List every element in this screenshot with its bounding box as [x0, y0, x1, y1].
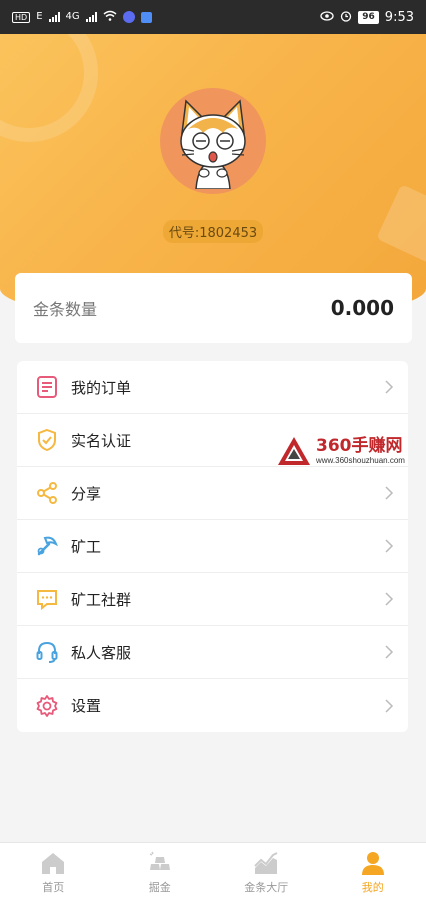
- gear-icon: [35, 694, 59, 718]
- pickaxe-icon: [35, 534, 59, 558]
- gold-bars-icon: [149, 851, 170, 870]
- menu-item-share[interactable]: 分享: [17, 467, 408, 520]
- nav-item-dig-gold[interactable]: 掘金: [120, 850, 200, 895]
- watermark-logo-icon: [278, 437, 310, 465]
- chevron-right-icon: [385, 539, 394, 553]
- battery-indicator: 96: [358, 10, 379, 24]
- watermark-sub: www.360shouzhuan.com: [316, 455, 405, 465]
- user-icon: [361, 851, 384, 875]
- menu-item-label: 设置: [71, 697, 102, 715]
- clock: 9:53: [384, 9, 414, 25]
- home-icon: [42, 852, 65, 874]
- menu-item-miner-community[interactable]: 矿工社群: [17, 573, 408, 626]
- gold-balance-value: 0.000: [330, 296, 394, 320]
- menu-item-miner[interactable]: 矿工: [17, 520, 408, 573]
- avatar[interactable]: [160, 88, 266, 194]
- chevron-right-icon: [385, 645, 394, 659]
- bottom-nav: 首页 掘金 金条大厅 我的: [0, 842, 426, 901]
- status-left: HD E 4G: [12, 10, 152, 24]
- nav-label: 掘金: [148, 880, 171, 894]
- trend-chart-icon: [254, 851, 278, 874]
- menu-item-label: 我的订单: [71, 378, 132, 397]
- watermark: 360手赚网 www.360shouzhuan.com: [276, 432, 426, 470]
- wifi-icon: [103, 10, 117, 24]
- menu-item-label: 矿工: [71, 537, 102, 556]
- watermark-main: 360手赚网: [316, 435, 403, 456]
- nav-label: 我的: [361, 880, 384, 894]
- chevron-right-icon: [385, 486, 394, 500]
- status-right: 96 9:53: [320, 10, 414, 25]
- status-bar: HD E 4G 96 9:53: [0, 0, 426, 34]
- gold-balance-label: 金条数量: [33, 300, 98, 319]
- menu-item-orders[interactable]: 我的订单: [17, 361, 408, 414]
- network-label-1: E: [36, 11, 43, 22]
- menu-item-label: 矿工社群: [71, 590, 132, 609]
- menu-item-customer-service[interactable]: 私人客服: [17, 626, 408, 679]
- network-label-2: 4G: [65, 11, 80, 22]
- chat-bubble-icon: [35, 587, 59, 611]
- nav-item-gold-hall[interactable]: 金条大厅: [226, 850, 306, 895]
- chevron-right-icon: [385, 698, 394, 713]
- chevron-right-icon: [385, 592, 394, 606]
- user-code-badge: 代号:1802453: [162, 220, 264, 243]
- app-notification-icon: [122, 11, 135, 23]
- eye-icon: [320, 10, 334, 24]
- menu-item-label: 分享: [71, 484, 102, 503]
- chevron-right-icon: [385, 380, 394, 394]
- nav-label: 金条大厅: [244, 880, 289, 894]
- signal-icon-2: [85, 12, 97, 22]
- user-code: 代号:1802453: [0, 220, 426, 243]
- watermark-text: 360手赚网 www.360shouzhuan.com: [316, 435, 405, 465]
- decorative-ring: [0, 34, 98, 142]
- gold-balance-card: 金条数量 0.000: [15, 273, 412, 343]
- menu-item-label: 私人客服: [71, 643, 132, 662]
- hd-indicator: HD: [12, 11, 31, 23]
- app-notification-icon-2: [140, 11, 152, 23]
- order-list-icon: [35, 375, 59, 399]
- alarm-icon: [340, 10, 352, 25]
- menu-list: 我的订单 实名认证 分享 矿工 矿工社群 私人客服 设置: [17, 361, 408, 732]
- nav-item-mine[interactable]: 我的: [333, 850, 413, 895]
- nav-item-home[interactable]: 首页: [13, 850, 93, 895]
- menu-item-settings[interactable]: 设置: [17, 679, 408, 732]
- nav-label: 首页: [42, 880, 65, 894]
- shield-check-icon: [35, 428, 59, 452]
- headset-icon: [35, 640, 59, 664]
- signal-icon: [48, 12, 60, 22]
- share-icon: [35, 481, 59, 505]
- cat-avatar-icon: [180, 99, 246, 189]
